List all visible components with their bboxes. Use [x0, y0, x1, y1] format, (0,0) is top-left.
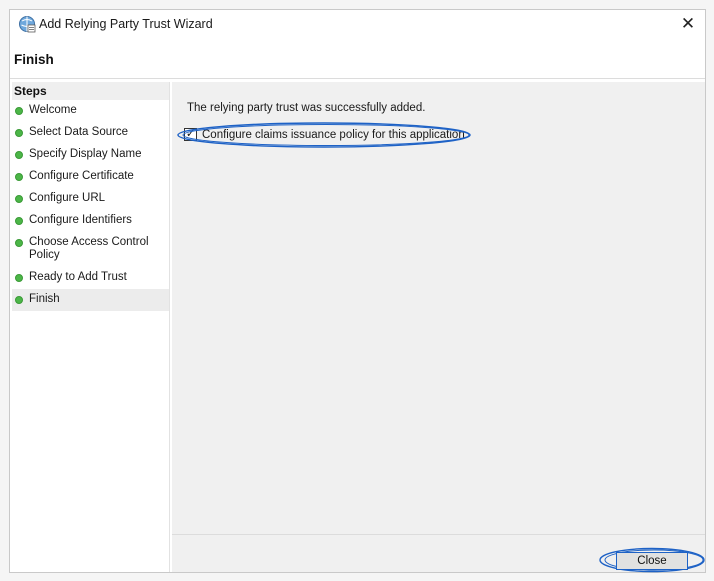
step-label: Ready to Add Trust	[29, 271, 127, 283]
step-item-configure-identifiers: Configure Identifiers	[12, 210, 169, 232]
step-label: Welcome	[29, 104, 77, 116]
step-label: Specify Display Name	[29, 148, 142, 160]
step-label: Configure Identifiers	[29, 214, 132, 226]
window-title: Add Relying Party Trust Wizard	[39, 17, 213, 31]
page-title: Finish	[14, 52, 54, 67]
content-panel: The relying party trust was successfully…	[172, 82, 705, 534]
step-label: Configure URL	[29, 192, 106, 204]
complete-status-icon	[15, 217, 23, 225]
step-item-configure-url: Configure URL	[12, 188, 169, 210]
step-item-finish: Finish	[12, 289, 169, 311]
step-label: Select Data Source	[29, 126, 129, 138]
wizard-window: Add Relying Party Trust Wizard ✕ Finish …	[9, 9, 706, 573]
configure-claims-policy-checkbox[interactable]: ✓ Configure claims issuance policy for t…	[177, 122, 471, 148]
step-label: Choose Access Control Policy	[29, 236, 149, 261]
step-item-select-data-source: Select Data Source	[12, 122, 169, 144]
window-close-button[interactable]: ✕	[671, 10, 705, 38]
step-label: Finish	[29, 293, 60, 305]
close-icon: ✕	[680, 14, 696, 33]
title-bar: Add Relying Party Trust Wizard ✕	[10, 10, 705, 38]
footer-bar: Close	[172, 534, 705, 573]
close-button[interactable]: Close	[616, 552, 688, 570]
header-divider	[10, 78, 705, 79]
complete-status-icon	[15, 195, 23, 203]
complete-status-icon	[15, 173, 23, 181]
highlight-ellipse	[177, 122, 471, 148]
page-header: Finish	[10, 38, 705, 78]
complete-status-icon	[15, 274, 23, 282]
success-message: The relying party trust was successfully…	[187, 102, 426, 114]
complete-status-icon	[15, 151, 23, 159]
step-item-ready-to-add-trust: Ready to Add Trust	[12, 267, 169, 289]
complete-status-icon	[15, 296, 23, 304]
steps-heading: Steps	[12, 82, 169, 100]
complete-status-icon	[15, 129, 23, 137]
relying-party-trust-icon	[18, 15, 36, 33]
step-item-configure-certificate: Configure Certificate	[12, 166, 169, 188]
steps-panel: Steps Welcome Select Data Source Specify…	[12, 82, 170, 572]
step-item-specify-display-name: Specify Display Name	[12, 144, 169, 166]
complete-status-icon	[15, 107, 23, 115]
step-label: Configure Certificate	[29, 170, 134, 182]
step-item-welcome: Welcome	[12, 100, 169, 122]
complete-status-icon	[15, 239, 23, 247]
step-item-choose-access-control-policy: Choose Access Control Policy	[12, 232, 169, 267]
